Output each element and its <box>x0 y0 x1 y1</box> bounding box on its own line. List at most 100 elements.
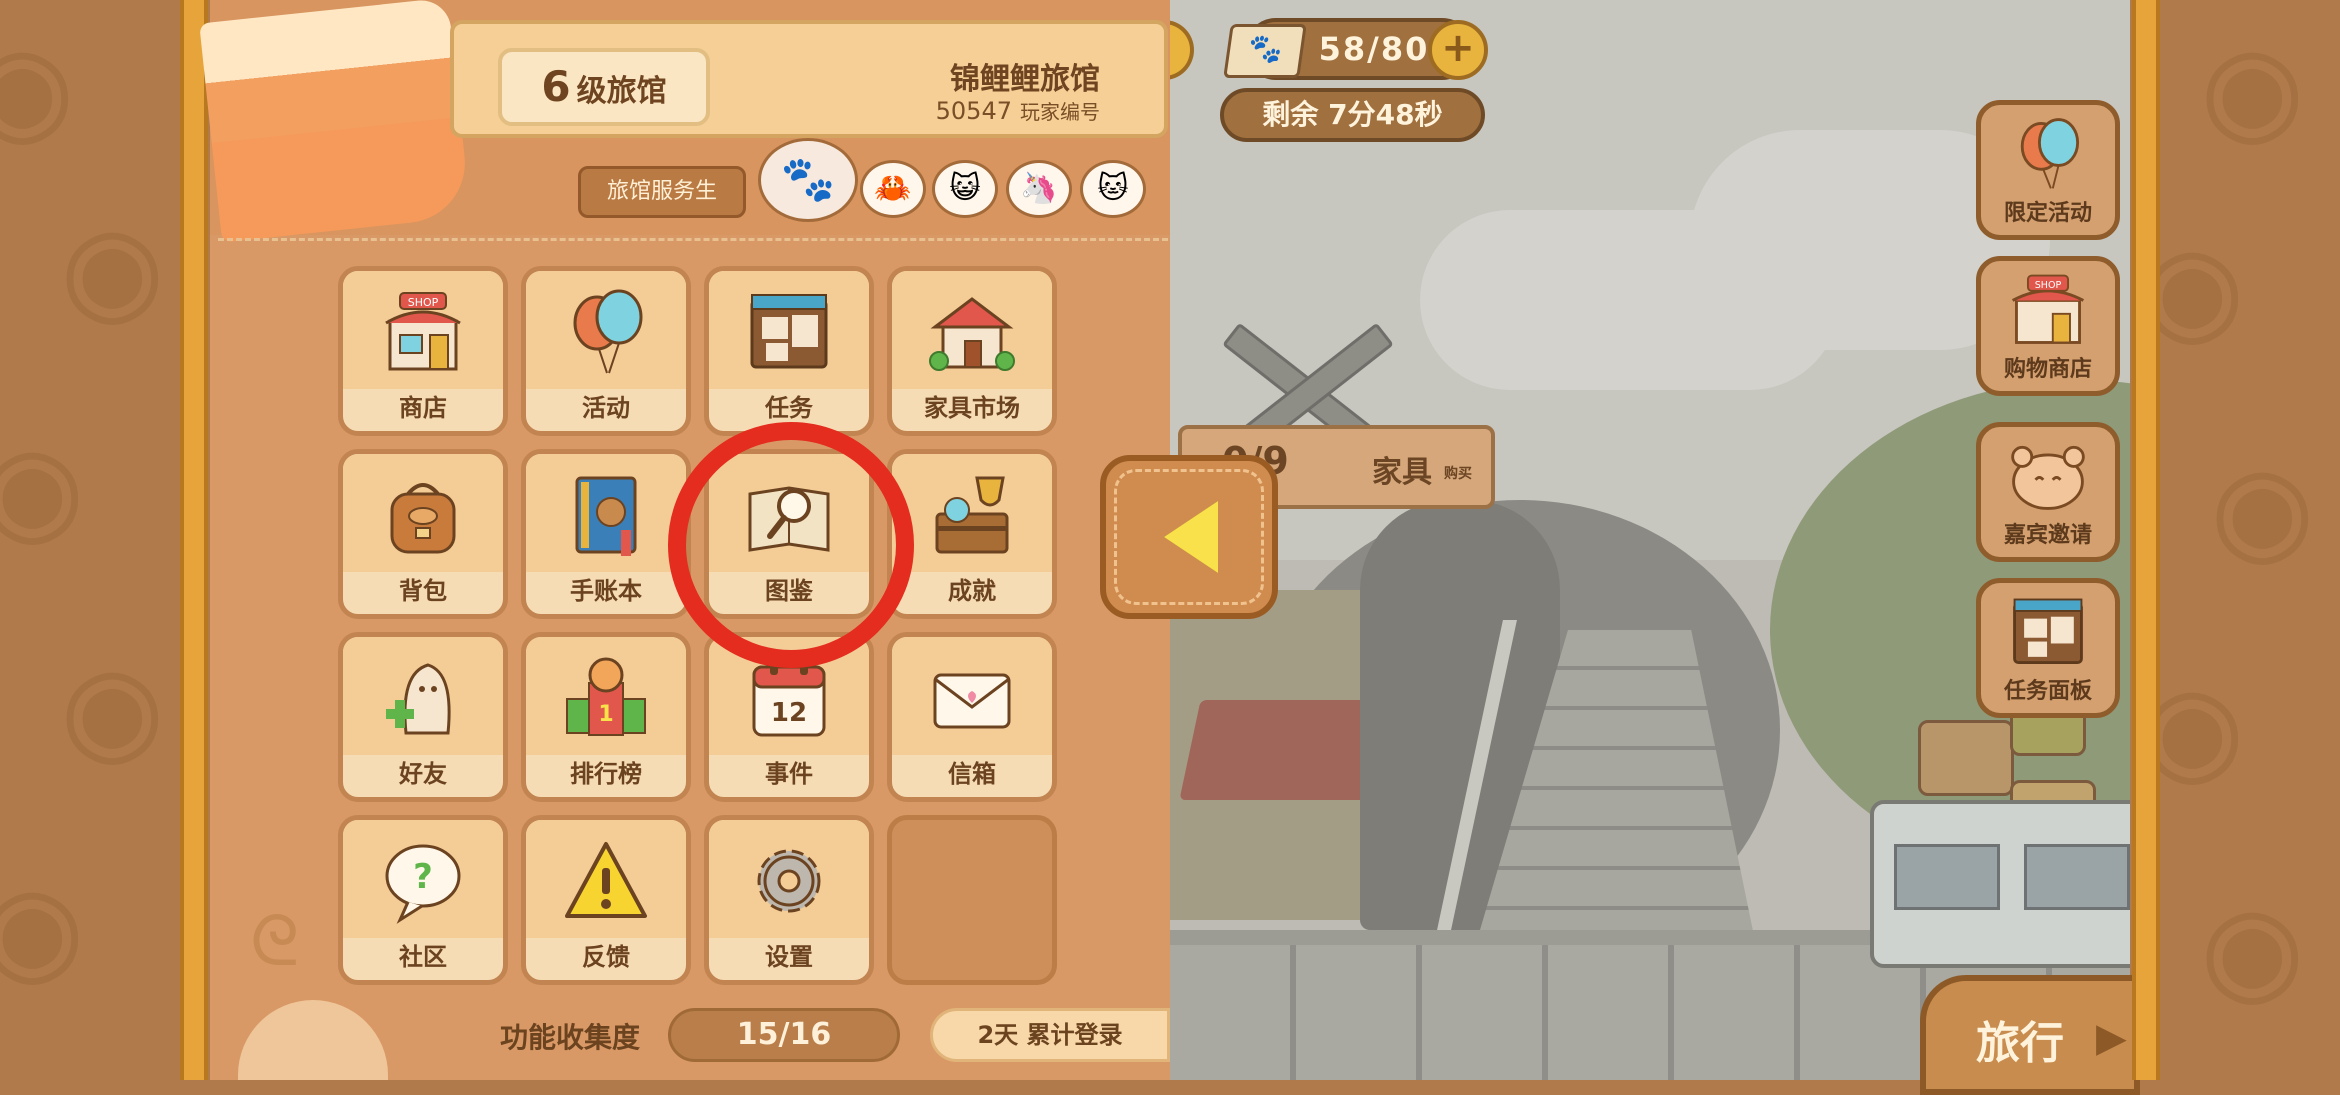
collection-progress: 15/16 <box>668 1008 900 1062</box>
menu-item-journal[interactable]: 手账本 <box>521 449 691 619</box>
menu-item-label: 商店 <box>399 394 447 422</box>
player-id-label: 玩家编号 <box>1020 100 1100 124</box>
fish-pattern-icon: ◉ <box>2160 220 2245 359</box>
ticket-decoration <box>199 0 471 243</box>
menu-item-event[interactable]: 活动 <box>521 266 691 436</box>
community-icon: ? <box>385 844 461 924</box>
fish-pattern-icon: ◉ <box>2200 20 2305 159</box>
balloons-icon <box>573 289 643 374</box>
menu-item-task[interactable]: 任务 <box>704 266 874 436</box>
cat-face-icon[interactable]: 😺 <box>932 160 998 218</box>
paw-ticket-icon: 🐾 <box>1223 24 1307 78</box>
balloons-icon <box>2020 118 2080 189</box>
divider <box>218 238 1168 241</box>
menu-item-label: 手账本 <box>570 577 642 605</box>
right-decor-pattern: ◉ ◉ ◉ ◉ ◉ <box>2160 0 2340 1080</box>
menu-item-label: 事件 <box>765 760 813 788</box>
warning-icon <box>565 842 647 918</box>
crab-icon[interactable]: 🦀 <box>860 160 926 218</box>
fish-pattern-icon: ◉ <box>0 20 75 159</box>
calendar-day: 12 <box>771 698 807 728</box>
menu-item-furniture-market[interactable]: 家具市场 <box>887 266 1057 436</box>
task-board-icon <box>750 294 828 369</box>
right-frame-bar <box>2132 0 2160 1080</box>
menu-item-friends[interactable]: 好友 <box>338 632 508 802</box>
menu-item-label: 任务 <box>765 394 813 422</box>
guest-invite-button[interactable]: 嘉宾邀请 <box>1976 422 2120 562</box>
fish-pattern-icon: ◉ <box>0 420 85 559</box>
shop-icon: SHOP <box>385 292 461 371</box>
inn-staff-label[interactable]: 旅馆服务生 <box>578 166 746 218</box>
inn-level-suffix: 级旅馆 <box>576 74 667 109</box>
menu-item-label: 社区 <box>399 943 447 971</box>
menu-item-events[interactable]: 12 事件 <box>704 632 874 802</box>
svg-text:1: 1 <box>598 702 613 727</box>
login-streak: 2天 累计登录 <box>930 1008 1170 1062</box>
inn-name: 锦鲤鲤旅馆 <box>950 62 1100 97</box>
menu-item-label: 活动 <box>582 394 630 422</box>
gear-icon <box>757 849 821 913</box>
menu-item-label: 反馈 <box>582 943 630 971</box>
fish-pattern-icon: ◉ <box>60 640 165 779</box>
menu-item-feedback[interactable]: 反馈 <box>521 815 691 985</box>
add-paw-button[interactable]: + <box>1428 20 1488 80</box>
inn-level-badge: 6 级旅馆 <box>498 48 710 126</box>
add-friend-icon <box>386 663 451 735</box>
fish-pattern-icon: ◉ <box>2200 880 2305 1019</box>
player-id-number: 50547 <box>935 97 1012 125</box>
menu-item-label: 成就 <box>948 577 996 605</box>
menu-item-mailbox[interactable]: 信箱 <box>887 632 1057 802</box>
leaderboard-icon: 1 <box>566 657 646 736</box>
swirl-decoration-icon: ᘓ <box>250 900 300 982</box>
left-frame-bar <box>180 0 208 1080</box>
menu-item-settings[interactable]: 设置 <box>704 815 874 985</box>
svg-text:SHOP: SHOP <box>408 296 439 309</box>
journal-icon <box>575 476 637 556</box>
menu-item-achievement[interactable]: 成就 <box>887 449 1057 619</box>
menu-item-leaderboard[interactable]: 1 排行榜 <box>521 632 691 802</box>
shopping-store-button[interactable]: SHOP 购物商店 <box>1976 256 2120 396</box>
menu-item-shop[interactable]: SHOP 商店 <box>338 266 508 436</box>
travel-bus[interactable] <box>1870 800 2130 968</box>
cat-decoration <box>238 1000 388 1080</box>
paw-count: 58/80 <box>1318 30 1430 68</box>
mail-icon <box>933 673 1011 729</box>
svg-text:?: ? <box>413 857 433 897</box>
menu-item-label: 信箱 <box>948 760 996 788</box>
right-button-label: 限定活动 <box>2003 201 2092 226</box>
menu-item-encyclopedia[interactable]: 图鉴 <box>704 449 874 619</box>
player-id: 50547 玩家编号 <box>936 96 1100 125</box>
menu-item-label: 背包 <box>399 577 447 605</box>
menu-item-label: 排行榜 <box>570 760 642 788</box>
countdown-timer: 剩余 7分48秒 <box>1220 88 1485 142</box>
chevron-left-icon <box>1164 501 1218 573</box>
shop-icon: SHOP <box>2011 274 2085 344</box>
menu-item-label: 好友 <box>399 760 447 788</box>
collapse-panel-button[interactable] <box>1100 455 1278 619</box>
collection-label: 功能收集度 <box>500 1021 641 1054</box>
chevron-right-icon: ▶ <box>2096 1015 2127 1061</box>
furniture-label: 家具 <box>1372 455 1432 490</box>
menu-item-empty-slot <box>887 815 1057 985</box>
menu-item-community[interactable]: ? 社区 <box>338 815 508 985</box>
fish-pattern-icon: ◉ <box>2160 660 2245 799</box>
limited-event-button[interactable]: 限定活动 <box>1976 100 2120 240</box>
leaf-cat-icon[interactable]: 🐱 <box>1080 160 1146 218</box>
menu-item-backpack[interactable]: 背包 <box>338 449 508 619</box>
right-button-label: 嘉宾邀请 <box>2003 523 2092 548</box>
paw-icon[interactable]: 🐾 <box>758 138 858 222</box>
calendar-icon: 12 <box>752 659 826 737</box>
fish-pattern-icon: ◉ <box>0 860 85 999</box>
fish-pattern-icon: ◉ <box>2210 440 2315 579</box>
task-panel-button[interactable]: 任务面板 <box>1976 578 2120 718</box>
furniture-market-icon <box>929 297 1015 371</box>
travel-button-label: 旅行 <box>1976 1018 2064 1069</box>
travel-button[interactable]: 旅行 ▶ <box>1920 975 2140 1095</box>
svg-text:SHOP: SHOP <box>2035 280 2062 291</box>
unicorn-cat-icon[interactable]: 🦄 <box>1006 160 1072 218</box>
trophy-chest-icon <box>935 476 1009 554</box>
task-board-icon <box>2013 598 2083 665</box>
hamster-guest-icon <box>2011 445 2085 510</box>
encyclopedia-icon <box>748 486 830 552</box>
backpack-icon <box>390 483 456 554</box>
